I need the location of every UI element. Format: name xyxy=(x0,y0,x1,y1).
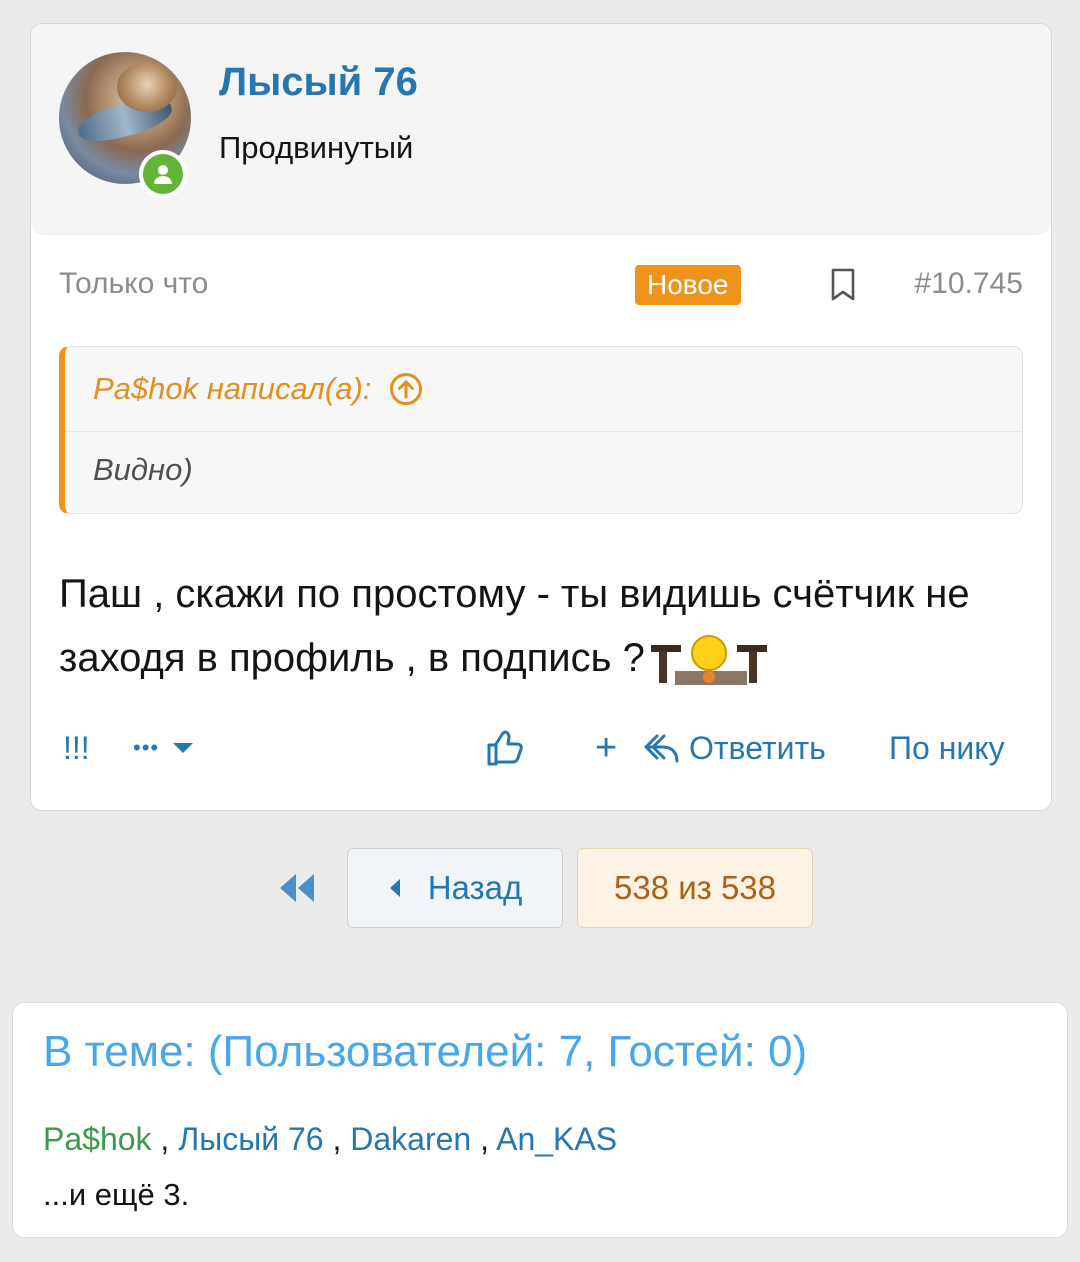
smiley-icon xyxy=(645,631,775,689)
reply-icon xyxy=(644,734,679,763)
quote-text: Видно) xyxy=(93,452,193,487)
thumbs-up-icon[interactable] xyxy=(485,718,523,778)
viewer-link[interactable]: Dakaren xyxy=(350,1121,471,1157)
new-badge: Новое xyxy=(635,265,741,305)
pager-back-label: Назад xyxy=(427,869,523,906)
quote-header[interactable]: Pa$hok написал(а): xyxy=(65,347,1022,432)
message-body: Паш , скажи по простому - ты видишь счёт… xyxy=(59,562,1039,690)
add-reaction-button[interactable]: + xyxy=(595,718,617,778)
pager-back-button[interactable]: Назад xyxy=(347,848,563,928)
more-label: ••• xyxy=(133,735,160,760)
reply-by-nick-button[interactable]: По нику xyxy=(889,718,1005,778)
chevron-left-icon xyxy=(389,879,400,897)
user-online-icon xyxy=(139,150,187,198)
quote-block: Pa$hok написал(а): Видно) xyxy=(59,346,1023,514)
bookmark-icon[interactable] xyxy=(829,267,857,303)
more-menu-button[interactable]: ••• xyxy=(133,718,195,778)
author-name[interactable]: Лысый 76 xyxy=(219,60,418,105)
viewer-link[interactable]: Лысый 76 xyxy=(178,1121,323,1157)
report-button[interactable]: !!! xyxy=(63,718,90,778)
viewer-link[interactable]: Pa$hok xyxy=(43,1121,152,1157)
user-title: Продвинутый xyxy=(219,130,414,165)
post-time[interactable]: Только что xyxy=(59,267,208,301)
post-header: Лысый 76 Продвинутый xyxy=(31,24,1051,235)
post-actions: !!! ••• + Ответить По нику xyxy=(31,718,1051,778)
double-chevron-left-icon[interactable] xyxy=(274,866,318,910)
viewer-link[interactable]: An_KAS xyxy=(496,1121,617,1157)
thread-viewers-block: В теме: (Пользователей: 7, Гостей: 0) Pa… xyxy=(12,1002,1068,1238)
post-card: Лысый 76 Продвинутый Только что Новое #1… xyxy=(30,23,1052,811)
viewers-more: ...и ещё 3. xyxy=(43,1177,190,1212)
reply-button[interactable]: Ответить xyxy=(643,718,826,778)
arrow-up-circle-icon[interactable] xyxy=(389,372,423,406)
post-number[interactable]: #10.745 xyxy=(915,267,1023,301)
message-text: Паш , скажи по простому - ты видишь счёт… xyxy=(59,572,970,680)
pager-current[interactable]: 538 из 538 xyxy=(577,848,813,928)
reply-label: Ответить xyxy=(689,729,826,766)
quote-author[interactable]: Pa$hok написал(а): xyxy=(93,371,371,407)
chevron-down-icon xyxy=(173,743,194,753)
thread-viewers-list: Pa$hok , Лысый 76 , Dakaren , An_KAS xyxy=(43,1121,618,1157)
thread-viewers-title: В теме: (Пользователей: 7, Гостей: 0) xyxy=(43,1027,808,1076)
